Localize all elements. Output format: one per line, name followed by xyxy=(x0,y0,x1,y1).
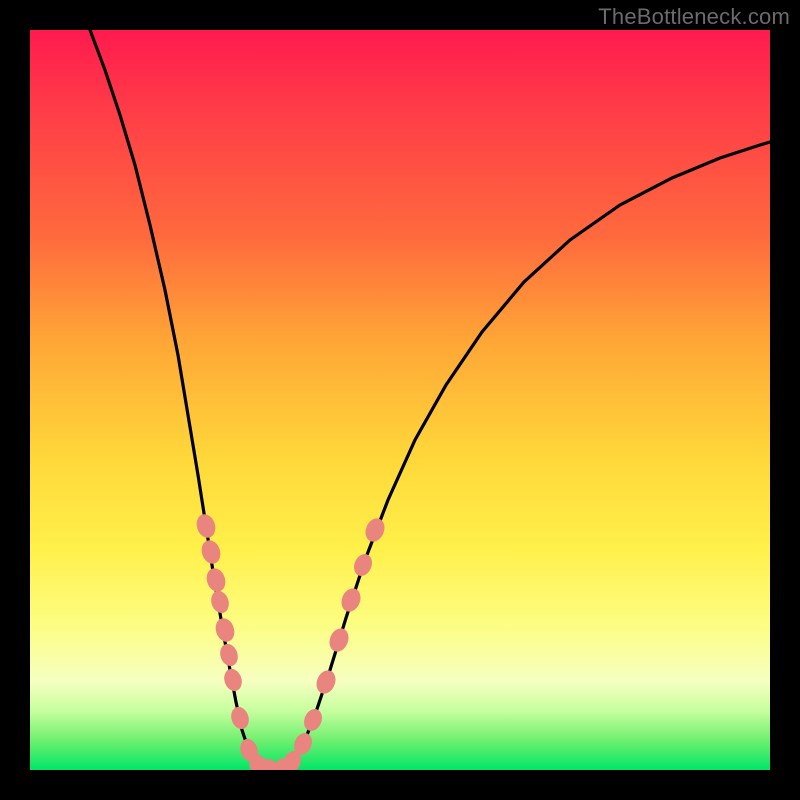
bead-marker xyxy=(218,642,240,667)
bead-marker xyxy=(339,586,363,614)
chart-frame: TheBottleneck.com xyxy=(0,0,800,800)
bead-marker xyxy=(213,616,236,643)
bead-marker xyxy=(204,566,227,593)
plot-area xyxy=(30,30,770,770)
bead-marker xyxy=(229,705,251,730)
bead-marker xyxy=(302,707,325,733)
bead-marker xyxy=(222,667,244,692)
left-branch-curve xyxy=(90,30,275,770)
watermark-text: TheBottleneck.com xyxy=(598,4,790,30)
right-branch-curve xyxy=(275,142,770,770)
bead-marker xyxy=(363,516,387,544)
bead-marker xyxy=(352,552,375,578)
curve-layer xyxy=(30,30,770,770)
bead-marker xyxy=(209,589,231,614)
bead-marker xyxy=(314,668,338,696)
bead-marker xyxy=(327,626,351,654)
bead-marker xyxy=(194,512,217,539)
bead-marker xyxy=(199,538,222,565)
